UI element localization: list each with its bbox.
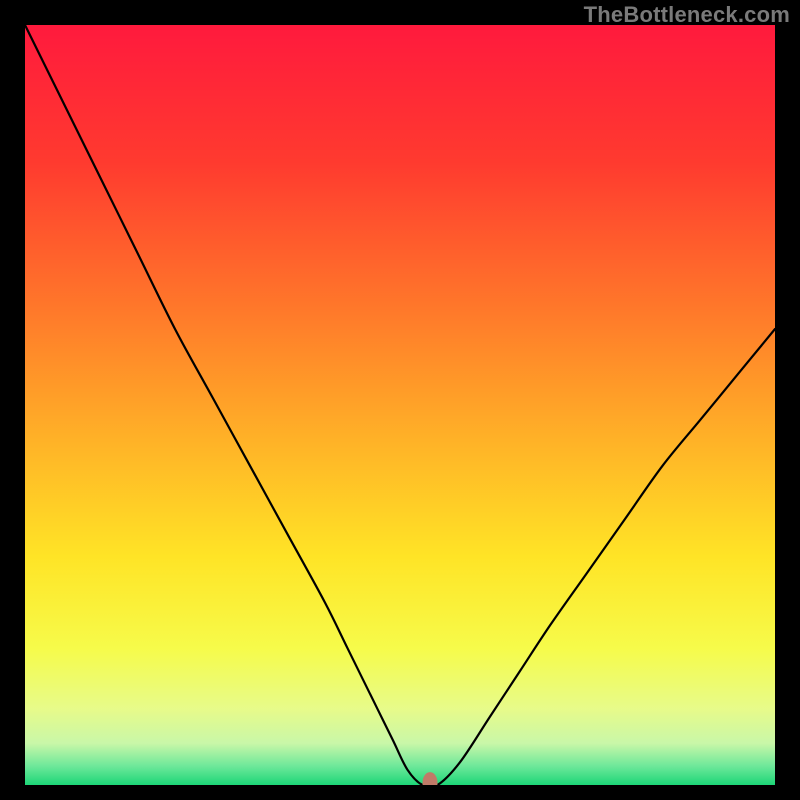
chart-plot (25, 25, 775, 785)
chart-frame: TheBottleneck.com (0, 0, 800, 800)
plot-background (25, 25, 775, 785)
watermark-text: TheBottleneck.com (584, 2, 790, 28)
